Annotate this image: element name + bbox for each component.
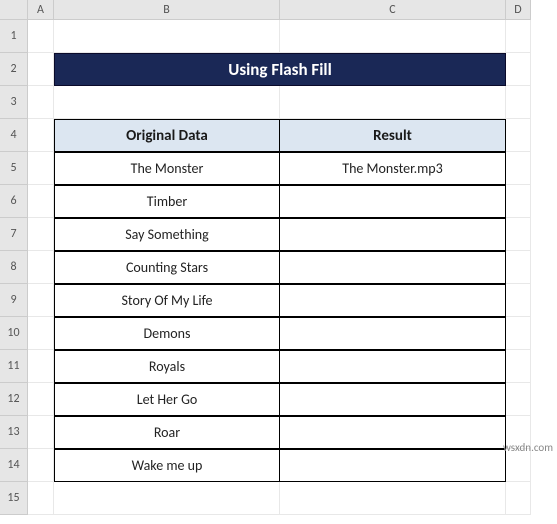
- table-header-result[interactable]: Result: [280, 119, 506, 152]
- table-cell[interactable]: Timber: [54, 185, 280, 218]
- table-cell[interactable]: Let Her Go: [54, 383, 280, 416]
- row-header[interactable]: 12: [0, 383, 28, 416]
- cell[interactable]: [506, 350, 531, 383]
- table-cell[interactable]: Demons: [54, 317, 280, 350]
- cell[interactable]: [28, 119, 54, 152]
- row-header[interactable]: 10: [0, 317, 28, 350]
- cell[interactable]: [506, 185, 531, 218]
- cell[interactable]: [28, 185, 54, 218]
- table-cell[interactable]: The Monster: [54, 152, 280, 185]
- table-cell[interactable]: Story Of My Life: [54, 284, 280, 317]
- table-cell[interactable]: Say Something: [54, 218, 280, 251]
- cell[interactable]: [28, 53, 54, 86]
- cell[interactable]: [28, 86, 54, 119]
- table-cell[interactable]: [280, 416, 506, 449]
- table-cell[interactable]: [280, 284, 506, 317]
- row-header[interactable]: 3: [0, 86, 28, 119]
- cell[interactable]: [28, 152, 54, 185]
- col-header-c[interactable]: C: [280, 0, 506, 20]
- cell[interactable]: [506, 383, 531, 416]
- row-header[interactable]: 8: [0, 251, 28, 284]
- row-header[interactable]: 15: [0, 482, 28, 515]
- table-cell[interactable]: [280, 350, 506, 383]
- row-header[interactable]: 2: [0, 53, 28, 86]
- cell[interactable]: [280, 20, 506, 53]
- spreadsheet-grid: A B C D 1 2 Using Flash Fill 3 4 Origina…: [0, 0, 557, 515]
- cell[interactable]: [506, 86, 531, 119]
- cell[interactable]: [280, 482, 506, 515]
- table-cell[interactable]: [280, 185, 506, 218]
- table-cell[interactable]: [280, 251, 506, 284]
- cell[interactable]: [280, 86, 506, 119]
- col-header-d[interactable]: D: [506, 0, 531, 20]
- cell[interactable]: [54, 482, 280, 515]
- cell[interactable]: [28, 350, 54, 383]
- cell[interactable]: [506, 218, 531, 251]
- cell[interactable]: [506, 251, 531, 284]
- cell[interactable]: [54, 86, 280, 119]
- cell[interactable]: [28, 284, 54, 317]
- cell[interactable]: [506, 482, 531, 515]
- table-cell[interactable]: [280, 383, 506, 416]
- select-all-corner[interactable]: [0, 0, 28, 20]
- table-cell[interactable]: The Monster.mp3: [280, 152, 506, 185]
- cell[interactable]: [28, 482, 54, 515]
- cell[interactable]: [28, 383, 54, 416]
- table-cell[interactable]: Wake me up: [54, 449, 280, 482]
- cell[interactable]: [28, 449, 54, 482]
- row-header[interactable]: 4: [0, 119, 28, 152]
- table-cell[interactable]: Counting Stars: [54, 251, 280, 284]
- watermark-text: wsxdn.com: [503, 441, 553, 454]
- row-header[interactable]: 13: [0, 416, 28, 449]
- table-header-original[interactable]: Original Data: [54, 119, 280, 152]
- row-header[interactable]: 1: [0, 20, 28, 53]
- cell[interactable]: [28, 20, 54, 53]
- row-header[interactable]: 5: [0, 152, 28, 185]
- row-header[interactable]: 7: [0, 218, 28, 251]
- table-cell[interactable]: Royals: [54, 350, 280, 383]
- col-header-b[interactable]: B: [54, 0, 280, 20]
- cell[interactable]: [28, 218, 54, 251]
- cell[interactable]: [28, 317, 54, 350]
- col-header-a[interactable]: A: [28, 0, 54, 20]
- table-cell[interactable]: Roar: [54, 416, 280, 449]
- table-cell[interactable]: [280, 317, 506, 350]
- row-header[interactable]: 14: [0, 449, 28, 482]
- table-cell[interactable]: [280, 449, 506, 482]
- row-header[interactable]: 6: [0, 185, 28, 218]
- cell[interactable]: [506, 20, 531, 53]
- cell[interactable]: [506, 284, 531, 317]
- cell[interactable]: [506, 119, 531, 152]
- cell[interactable]: [506, 53, 531, 86]
- cell[interactable]: [54, 20, 280, 53]
- table-cell[interactable]: [280, 218, 506, 251]
- row-header[interactable]: 11: [0, 350, 28, 383]
- cell[interactable]: [506, 152, 531, 185]
- cell[interactable]: [506, 317, 531, 350]
- cell[interactable]: [28, 416, 54, 449]
- title-banner[interactable]: Using Flash Fill: [54, 53, 506, 86]
- cell[interactable]: [28, 251, 54, 284]
- row-header[interactable]: 9: [0, 284, 28, 317]
